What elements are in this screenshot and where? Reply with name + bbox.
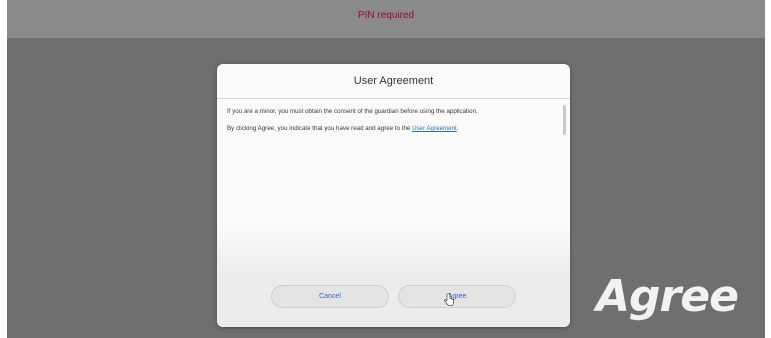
minor-consent-text: If you are a minor, you must obtain the … (227, 108, 478, 115)
agreement-statement: By clicking Agree, you indicate that you… (227, 125, 542, 133)
dialog-title: User Agreement (353, 75, 434, 87)
dialog-fade (217, 224, 570, 274)
agree-button[interactable]: Agree (398, 285, 516, 308)
top-bar-title: PIN required (357, 10, 415, 21)
agree-watermark: Agree (596, 271, 739, 322)
agreement-statement-prefix: By clicking Agree, you indicate that you… (227, 125, 413, 132)
dialog-header: User Agreement (217, 64, 570, 99)
agreement-statement-suffix: . (456, 125, 459, 132)
dialog-scrollbar[interactable] (563, 105, 566, 135)
top-bar: PIN required (7, 0, 765, 38)
user-agreement-dialog: User Agreement If you are a minor, you m… (217, 64, 570, 327)
hand-pointer-cursor-icon (444, 293, 454, 306)
cancel-button[interactable]: Cancel (271, 285, 389, 308)
dialog-footer: Cancel Agree (217, 274, 570, 327)
user-agreement-link[interactable]: User Agreement (412, 125, 457, 132)
app-screen: PIN required User Agreement If you are a… (7, 0, 765, 338)
